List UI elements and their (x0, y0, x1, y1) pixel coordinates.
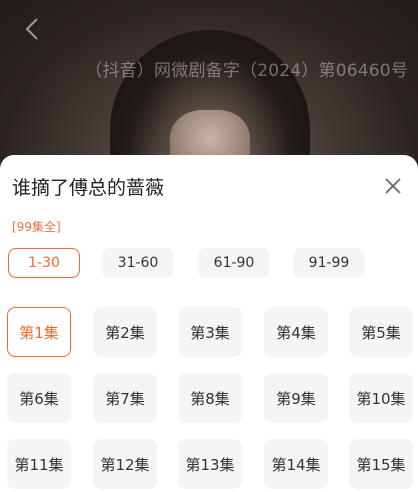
episode-sheet: 谁摘了傅总的蔷薇 [99集全] 1-30 31-60 61-90 91-99 第… (0, 155, 418, 492)
episode-button[interactable]: 第11集 (7, 439, 71, 489)
close-button[interactable] (382, 175, 404, 197)
episode-button[interactable]: 第8集 (178, 373, 242, 423)
video-background (0, 0, 418, 170)
range-tab[interactable]: 31-60 (102, 248, 174, 278)
episode-button[interactable]: 第12集 (93, 439, 157, 489)
range-tab[interactable]: 91-99 (293, 248, 365, 278)
range-tabs: 1-30 31-60 61-90 91-99 (8, 248, 410, 280)
episode-button[interactable]: 第2集 (93, 307, 157, 357)
range-tab[interactable]: 61-90 (198, 248, 270, 278)
episode-button[interactable]: 第15集 (349, 439, 413, 489)
episode-button[interactable]: 第14集 (264, 439, 328, 489)
chevron-left-icon (25, 17, 39, 41)
episode-button[interactable]: 第5集 (349, 307, 413, 357)
back-button[interactable] (18, 12, 46, 46)
episode-button[interactable]: 第6集 (7, 373, 71, 423)
episode-button[interactable]: 第13集 (178, 439, 242, 489)
drama-title: 谁摘了傅总的蔷薇 (12, 177, 165, 199)
episode-button[interactable]: 第1集 (7, 307, 71, 357)
episode-button[interactable]: 第9集 (264, 373, 328, 423)
episode-button[interactable]: 第4集 (264, 307, 328, 357)
episode-count-tag: [99集全] (12, 220, 61, 234)
range-tab[interactable]: 1-30 (8, 248, 80, 278)
episode-button[interactable]: 第3集 (178, 307, 242, 357)
close-icon (382, 178, 404, 201)
episode-button[interactable]: 第10集 (349, 373, 413, 423)
license-text: （抖音）网微剧备字（2024）第06460号 (85, 61, 408, 81)
episode-button[interactable]: 第7集 (93, 373, 157, 423)
